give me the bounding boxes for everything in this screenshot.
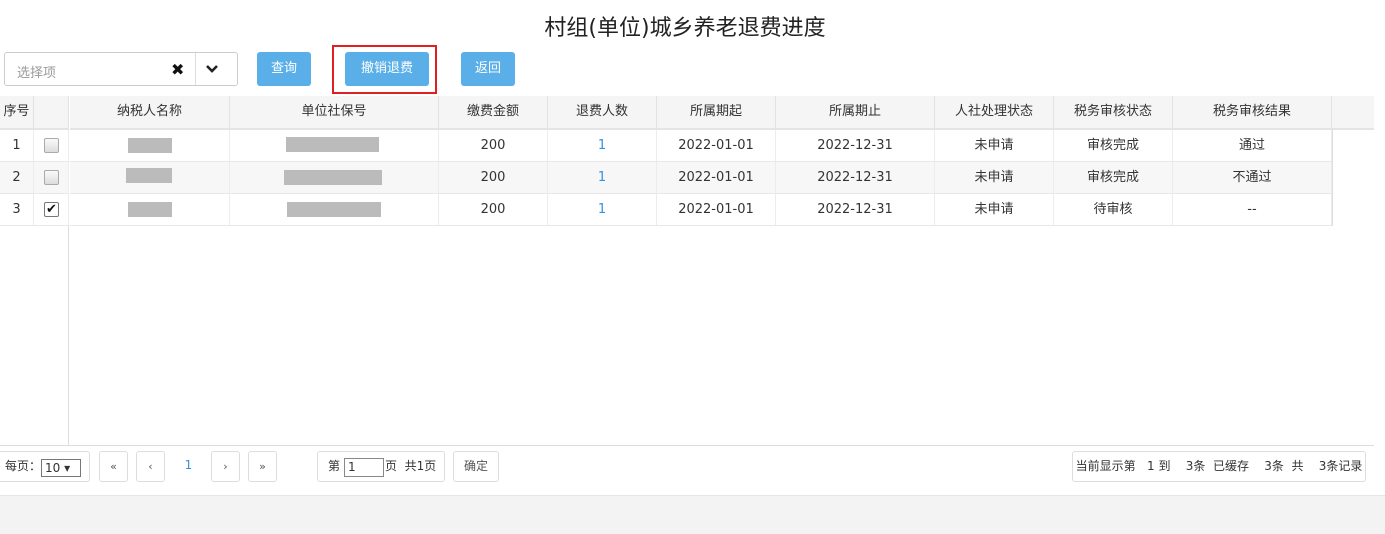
row-3-name: [70, 194, 230, 226]
row-2-social-no: [230, 162, 439, 194]
fixed-columns: 序号 1 2 3: [0, 96, 69, 446]
row-2-tax-status: 审核完成: [1054, 162, 1173, 194]
row-3-tax-status: 待审核: [1054, 194, 1173, 226]
row-3-tax-result: --: [1173, 194, 1332, 226]
select-placeholder: 选择项: [17, 66, 57, 81]
row-1-period-start: 2022-01-01: [657, 130, 776, 162]
row-1-amount: 200: [439, 130, 548, 162]
page-jump-input[interactable]: 1: [344, 458, 384, 477]
header-period-end: 所属期止: [776, 96, 935, 130]
item-select[interactable]: 选择项 ✖: [4, 52, 238, 86]
row-2-period-start: 2022-01-01: [657, 162, 776, 194]
row-2-checkbox[interactable]: [44, 170, 59, 185]
header-tax-result: 税务审核结果: [1173, 96, 1332, 130]
prev-page-button[interactable]: ‹: [136, 451, 165, 482]
footer-bar: [0, 495, 1385, 534]
page-jump-suffix: 页 共1页: [385, 459, 437, 473]
row-2-seq: 2: [0, 162, 34, 194]
row-2-amount: 200: [439, 162, 548, 194]
header-amount: 缴费金额: [439, 96, 548, 130]
table-edge: [1332, 130, 1333, 226]
clear-icon[interactable]: ✖: [171, 60, 184, 79]
row-1-social-no: [230, 130, 439, 162]
row-3-social-no: [230, 194, 439, 226]
header-name: 纳税人名称: [70, 96, 230, 130]
row-2-tax-result: 不通过: [1173, 162, 1332, 194]
row-2-name: [70, 162, 230, 194]
first-page-button[interactable]: «: [99, 451, 128, 482]
page-title: 村组(单位)城乡养老退费进度: [544, 16, 826, 41]
row-1-tax-result: 通过: [1173, 130, 1332, 162]
row-1-period-end: 2022-12-31: [776, 130, 935, 162]
data-grid: 序号 1 2 3 纳税人名称 单位社保号 缴费金额 退费人数 所属期起 所属期止…: [0, 96, 1374, 446]
row-1-checkbox-cell: [34, 130, 69, 162]
row-3-amount: 200: [439, 194, 548, 226]
row-3-seq: 3: [0, 194, 34, 226]
row-3-checkbox-cell: [34, 194, 69, 226]
page-size-select[interactable]: 10 ▾: [41, 459, 81, 477]
row-1-hr-status: 未申请: [935, 130, 1054, 162]
page-jump-box: 第 1 页 共1页: [317, 451, 445, 482]
row-2-checkbox-cell: [34, 162, 69, 194]
confirm-page-button[interactable]: 确定: [453, 451, 499, 482]
header-hr-status: 人社处理状态: [935, 96, 1054, 130]
row-3-period-start: 2022-01-01: [657, 194, 776, 226]
header-seq: 序号: [0, 96, 34, 130]
row-2-period-end: 2022-12-31: [776, 162, 935, 194]
row-2-refund-count-link[interactable]: 1: [548, 162, 657, 194]
back-button[interactable]: 返回: [461, 52, 515, 86]
header-refund-count: 退费人数: [548, 96, 657, 130]
row-3-refund-count-link[interactable]: 1: [548, 194, 657, 226]
header-filler: [1332, 96, 1374, 130]
row-3-checkbox[interactable]: [44, 194, 59, 226]
header-tax-status: 税务审核状态: [1054, 96, 1173, 130]
chevron-down-icon[interactable]: [205, 63, 219, 75]
row-1-checkbox[interactable]: [44, 138, 59, 153]
row-3-hr-status: 未申请: [935, 194, 1054, 226]
row-1-refund-count-link[interactable]: 1: [548, 130, 657, 162]
row-1-seq: 1: [0, 130, 34, 162]
page-jump-prefix: 第: [328, 459, 341, 473]
header-select: [34, 96, 69, 130]
record-summary: 当前显示第 1 到 3条 已缓存 3条 共 3条记录: [1072, 451, 1366, 482]
query-button[interactable]: 查询: [257, 52, 311, 86]
next-page-button[interactable]: ›: [211, 451, 240, 482]
row-1-name: [70, 130, 230, 162]
highlight-box: [332, 45, 437, 94]
header-period-start: 所属期起: [657, 96, 776, 130]
row-1-tax-status: 审核完成: [1054, 130, 1173, 162]
select-divider: [195, 53, 196, 85]
row-2-hr-status: 未申请: [935, 162, 1054, 194]
current-page-button[interactable]: 1: [174, 451, 203, 482]
row-3-period-end: 2022-12-31: [776, 194, 935, 226]
page-size-label: 每页：: [5, 459, 42, 473]
header-social-no: 单位社保号: [230, 96, 439, 130]
last-page-button[interactable]: »: [248, 451, 277, 482]
page-size-box: 每页： 10 ▾: [0, 451, 90, 482]
